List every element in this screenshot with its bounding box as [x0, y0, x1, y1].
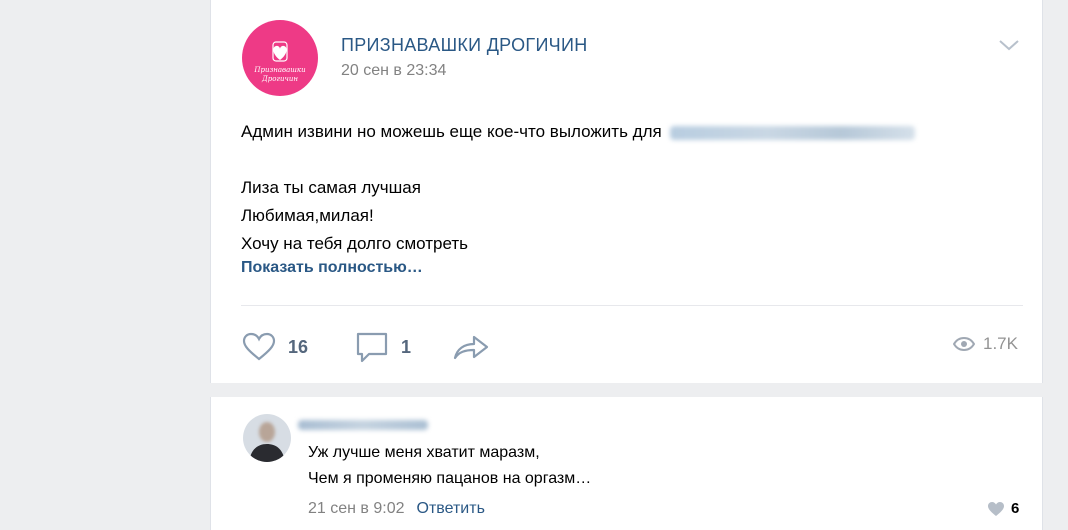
comment-text-line: Уж лучше меня хватит маразм,: [308, 444, 540, 461]
avatar-text-1: Признавашки: [253, 66, 306, 74]
post-date[interactable]: 20 сен в 23:34: [341, 62, 446, 80]
commenter-avatar[interactable]: [243, 414, 291, 462]
comment-meta: 21 сен в 9:02 Ответить: [308, 500, 485, 518]
group-name-link[interactable]: ПРИЗНАВАШКИ ДРОГИЧИН: [341, 35, 588, 56]
post-text: Админ извини но можешь еще кое-что вылож…: [241, 118, 915, 258]
comment-text-line: Чем я променяю пацанов на оргазм…: [308, 470, 592, 487]
comment-like-button[interactable]: 6: [987, 500, 1019, 517]
reply-link[interactable]: Ответить: [417, 500, 485, 517]
heart-icon: [242, 332, 276, 361]
share-arrow-icon: [453, 335, 489, 360]
heart-filled-icon: [988, 501, 1004, 516]
post-text-line: Админ извини но можешь еще кое-что вылож…: [241, 122, 662, 141]
commenter-name-blurred[interactable]: [298, 420, 428, 430]
show-more-link[interactable]: Показать полностью…: [241, 259, 423, 277]
blurred-mention: [669, 125, 915, 140]
like-count: 16: [288, 336, 309, 357]
post-text-line: Лиза ты самая лучшая: [241, 178, 421, 197]
group-avatar[interactable]: Признавашки Дрогичин: [242, 20, 318, 96]
views-count: 1.7K: [983, 334, 1018, 353]
post-text-line: Хочу на тебя долго смотреть: [241, 234, 468, 253]
post-text-line: Любимая,милая!: [241, 206, 374, 225]
share-button[interactable]: [453, 330, 489, 364]
avatar-text-2: Дрогичин: [261, 75, 298, 83]
divider: [241, 305, 1023, 306]
comment-count: 1: [401, 336, 412, 357]
comment-icon: [356, 332, 388, 363]
comment-like-count: 6: [1011, 500, 1020, 517]
eye-icon: [953, 337, 975, 351]
comment-button[interactable]: 1: [355, 330, 411, 364]
comment-text: Уж лучше меня хватит маразм, Чем я проме…: [308, 440, 591, 492]
chevron-down-icon[interactable]: [998, 38, 1020, 57]
heart-logo-icon: Признавашки Дрогичин: [253, 41, 306, 83]
views-counter: 1.7K: [953, 334, 1018, 354]
like-button[interactable]: 16: [242, 330, 308, 364]
comment-date[interactable]: 21 сен в 9:02: [308, 500, 405, 517]
section-separator: [210, 383, 1043, 397]
